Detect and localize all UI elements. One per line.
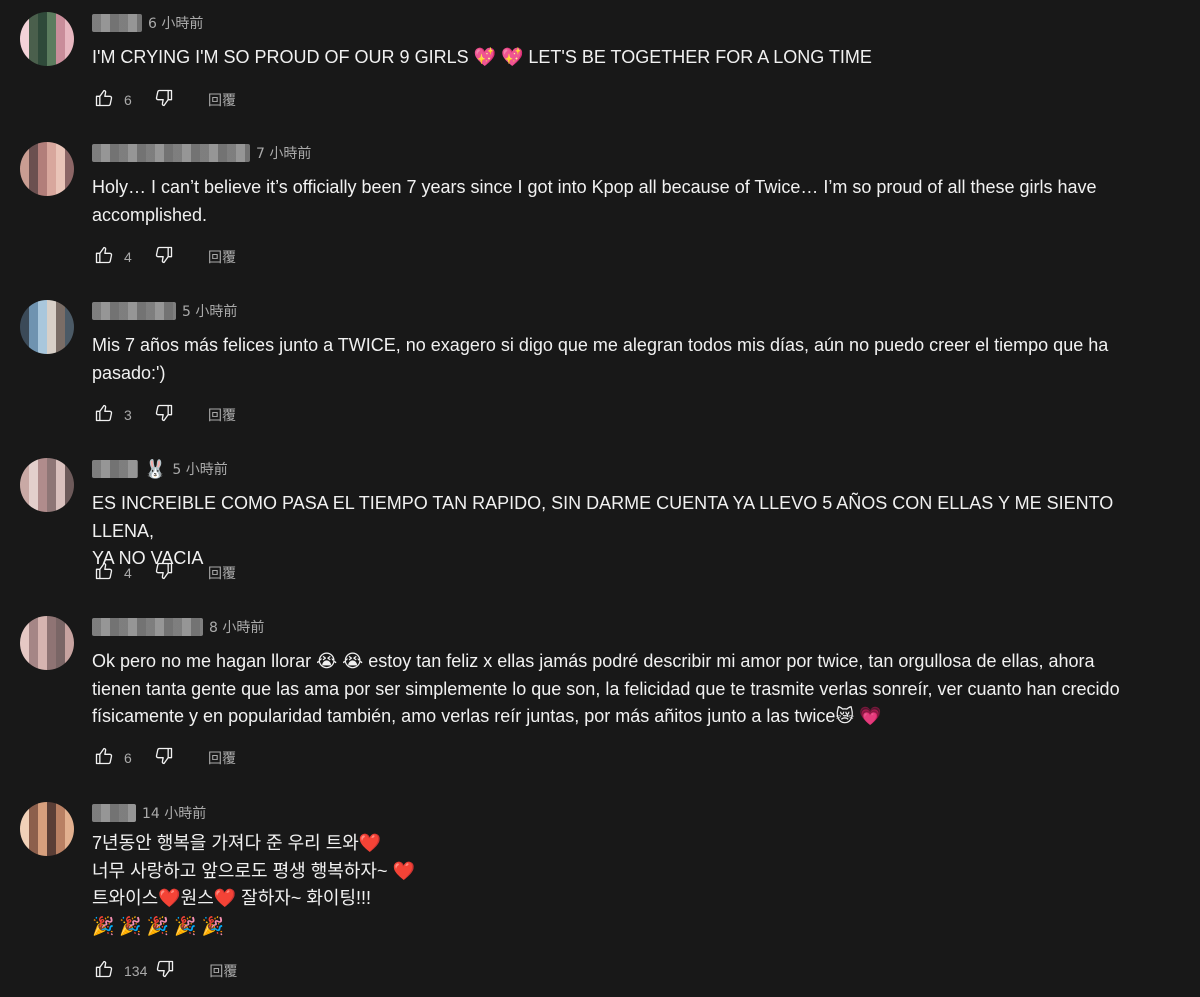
comment-timestamp[interactable]: 5 小時前 xyxy=(172,459,227,479)
comment-text: ES INCREIBLE COMO PASA EL TIEMPO TAN RAP… xyxy=(92,493,1114,568)
like-button[interactable] xyxy=(92,959,116,983)
bunny-emoji-badge: 🐰 xyxy=(144,459,167,479)
like-button[interactable] xyxy=(92,746,116,770)
thumbs-down-icon xyxy=(154,245,174,270)
like-count: 3 xyxy=(124,407,132,423)
comment-text: Ok pero no me hagan llorar 😭 😭 estoy tan… xyxy=(92,651,1120,726)
avatar[interactable] xyxy=(20,616,74,670)
avatar[interactable] xyxy=(20,142,74,196)
thumbs-up-icon xyxy=(94,245,114,270)
comment-text: I'M CRYING I'M SO PROUD OF OUR 9 GIRLS 💖… xyxy=(92,47,872,67)
thumbs-down-icon xyxy=(154,561,174,586)
like-count: 4 xyxy=(124,249,132,265)
thumbs-down-icon xyxy=(155,959,175,984)
reply-button[interactable]: 回覆 xyxy=(208,748,236,768)
comment-header: 5 小時前 xyxy=(92,300,237,322)
comment-actions: 6 回覆 xyxy=(92,746,236,770)
like-button[interactable] xyxy=(92,403,116,427)
reply-button[interactable]: 回覆 xyxy=(208,405,236,425)
comment-timestamp[interactable]: 14 小時前 xyxy=(142,803,206,823)
avatar[interactable] xyxy=(20,12,74,66)
author-name-blurred[interactable] xyxy=(92,14,142,32)
avatar[interactable] xyxy=(20,458,74,512)
author-name-blurred[interactable] xyxy=(92,144,250,162)
like-count: 4 xyxy=(124,565,132,581)
thumbs-up-icon xyxy=(94,959,114,984)
like-count: 6 xyxy=(124,750,132,766)
reply-button[interactable]: 回覆 xyxy=(208,90,236,110)
like-button[interactable] xyxy=(92,88,116,112)
comment-header: 7 小時前 xyxy=(92,142,311,164)
dislike-button[interactable] xyxy=(152,746,176,770)
like-button[interactable] xyxy=(92,561,116,585)
comment-text: Mis 7 años más felices junto a TWICE, no… xyxy=(92,335,1109,383)
like-count: 6 xyxy=(124,92,132,108)
author-name-blurred[interactable] xyxy=(92,618,203,636)
comment-text: 7년동안 행복을 가져다 준 우리 트와❤️ 너무 사랑하고 앞으로도 평생 행… xyxy=(92,833,415,936)
avatar[interactable] xyxy=(20,300,74,354)
comment-text: Holy… I can’t believe it’s officially be… xyxy=(92,177,1097,225)
dislike-button[interactable] xyxy=(153,959,177,983)
comment-timestamp[interactable]: 7 小時前 xyxy=(256,143,311,163)
comment-timestamp[interactable]: 5 小時前 xyxy=(182,301,237,321)
comment-header: 🐰 5 小時前 xyxy=(92,458,228,480)
reply-button[interactable]: 回覆 xyxy=(208,247,236,267)
thumbs-down-icon xyxy=(154,88,174,113)
dislike-button[interactable] xyxy=(152,88,176,112)
reply-button[interactable]: 回覆 xyxy=(208,563,236,583)
reply-button[interactable]: 回覆 xyxy=(209,961,237,981)
author-name-blurred[interactable] xyxy=(92,804,136,822)
thumbs-up-icon xyxy=(94,88,114,113)
comment-header: 8 小時前 xyxy=(92,616,264,638)
comment-header: 6 小時前 xyxy=(92,12,203,34)
comment-actions: 4 回覆 xyxy=(92,561,236,585)
comment-timestamp[interactable]: 8 小時前 xyxy=(209,617,264,637)
comment-actions: 4 回覆 xyxy=(92,245,236,269)
comment-actions: 134 回覆 xyxy=(92,959,237,983)
thumbs-down-icon xyxy=(154,746,174,771)
comment-actions: 6 回覆 xyxy=(92,88,236,112)
thumbs-up-icon xyxy=(94,746,114,771)
thumbs-up-icon xyxy=(94,561,114,586)
comment-actions: 3 回覆 xyxy=(92,403,236,427)
like-button[interactable] xyxy=(92,245,116,269)
comment-timestamp[interactable]: 6 小時前 xyxy=(148,13,203,33)
comment-header: 14 小時前 xyxy=(92,802,206,824)
avatar[interactable] xyxy=(20,802,74,856)
thumbs-down-icon xyxy=(154,403,174,428)
thumbs-up-icon xyxy=(94,403,114,428)
dislike-button[interactable] xyxy=(152,245,176,269)
dislike-button[interactable] xyxy=(152,561,176,585)
author-name-blurred[interactable] xyxy=(92,460,138,478)
author-name-blurred[interactable] xyxy=(92,302,176,320)
dislike-button[interactable] xyxy=(152,403,176,427)
like-count: 134 xyxy=(124,963,148,979)
